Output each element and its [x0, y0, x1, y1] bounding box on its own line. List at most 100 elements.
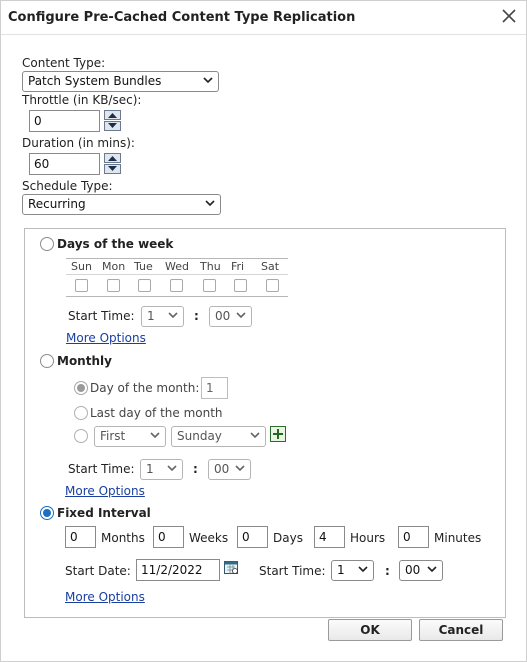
fixed-interval-label: Fixed Interval — [57, 506, 151, 520]
monthly-start-time-label: Start Time: — [68, 462, 135, 476]
day-checkbox-fri[interactable] — [234, 279, 247, 292]
days-bottom-divider — [66, 296, 288, 297]
duration-decrement-button[interactable] — [104, 164, 121, 174]
calendar-icon[interactable] — [224, 560, 239, 574]
days-of-week-radio[interactable] — [40, 237, 54, 251]
monthly-more-options-link[interactable]: More Options — [65, 484, 145, 498]
monthly-hour-value: 1 — [146, 462, 154, 476]
days-top-divider — [66, 258, 288, 259]
dow-minute-value: 00 — [215, 309, 231, 323]
months-value: 0 — [70, 530, 78, 544]
throttle-value: 0 — [34, 114, 42, 128]
days-label: Days — [273, 531, 303, 545]
monthly-minute-value: 00 — [214, 462, 230, 476]
hours-value: 4 — [319, 530, 327, 544]
minutes-input[interactable]: 0 — [398, 526, 429, 548]
throttle-decrement-button[interactable] — [104, 121, 121, 131]
day-checkbox-thu[interactable] — [203, 279, 216, 292]
last-day-radio[interactable] — [74, 406, 88, 420]
schedule-type-label: Schedule Type: — [22, 179, 113, 193]
fi-hour-value: 1 — [337, 563, 345, 577]
months-label: Months — [101, 531, 145, 545]
day-of-month-label: Day of the month: — [90, 381, 200, 395]
throttle-increment-button[interactable] — [104, 110, 121, 120]
days-value: 0 — [242, 530, 250, 544]
duration-increment-button[interactable] — [104, 153, 121, 163]
days-input[interactable]: 0 — [237, 526, 268, 548]
day-header-tue: Tue — [134, 260, 153, 273]
chevron-down-icon — [168, 310, 178, 323]
fi-start-time-label: Start Time: — [259, 564, 326, 578]
throttle-label: Throttle (in KB/sec): — [22, 93, 142, 107]
months-input[interactable]: 0 — [65, 526, 96, 548]
chevron-down-icon — [250, 430, 260, 443]
last-day-label: Last day of the month — [90, 406, 223, 420]
fi-hour-select[interactable]: 1 — [331, 560, 374, 581]
minutes-label: Minutes — [434, 531, 482, 545]
dow-more-options-link[interactable]: More Options — [66, 331, 146, 345]
fi-minute-select[interactable]: 00 — [399, 560, 443, 581]
dow-start-time-label: Start Time: — [68, 309, 135, 323]
ordinal-weekday-radio[interactable] — [74, 429, 88, 443]
day-checkbox-wed[interactable] — [170, 279, 183, 292]
day-checkbox-sun[interactable] — [75, 279, 88, 292]
monthly-radio[interactable] — [40, 354, 54, 368]
duration-value: 60 — [34, 157, 50, 171]
cancel-button[interactable]: Cancel — [419, 619, 503, 641]
day-header-thu: Thu — [200, 260, 221, 273]
hours-input[interactable]: 4 — [314, 526, 345, 548]
weeks-label: Weeks — [189, 531, 229, 545]
dow-hour-value: 1 — [147, 309, 155, 323]
title-bar: Configure Pre-Cached Content Type Replic… — [1, 1, 526, 35]
day-checkbox-mon[interactable] — [107, 279, 120, 292]
start-date-value: 11/2/2022 — [141, 563, 203, 577]
fixed-interval-radio[interactable] — [40, 506, 54, 520]
weekday-select[interactable]: Sunday — [171, 426, 266, 447]
replication-dialog: Configure Pre-Cached Content Type Replic… — [0, 0, 527, 662]
monthly-hour-select[interactable]: 1 — [140, 459, 183, 480]
day-header-sun: Sun — [71, 260, 92, 273]
duration-input[interactable]: 60 — [29, 153, 100, 175]
throttle-input[interactable]: 0 — [29, 110, 100, 132]
start-date-input[interactable]: 11/2/2022 — [136, 559, 220, 581]
start-date-label: Start Date: — [65, 564, 131, 578]
day-header-fri: Fri — [231, 260, 245, 273]
content-type-select[interactable]: Patch System Bundles — [22, 71, 219, 92]
day-header-wed: Wed — [165, 260, 189, 273]
monthly-time-separator: : — [193, 462, 198, 476]
chevron-down-icon — [427, 564, 437, 577]
day-header-sat: Sat — [261, 260, 280, 273]
content-type-label: Content Type: — [22, 56, 106, 70]
ordinal-select[interactable]: First — [94, 426, 166, 447]
close-icon[interactable] — [500, 7, 518, 25]
dow-hour-select[interactable]: 1 — [141, 306, 184, 327]
weeks-input[interactable]: 0 — [153, 526, 184, 548]
ordinal-value: First — [100, 429, 126, 443]
days-header-divider — [66, 274, 288, 275]
fi-minute-value: 00 — [405, 563, 421, 577]
dialog-title: Configure Pre-Cached Content Type Replic… — [8, 10, 356, 25]
days-of-week-label: Days of the week — [57, 237, 174, 251]
dow-minute-select[interactable]: 00 — [209, 306, 252, 327]
minutes-value: 0 — [403, 530, 411, 544]
day-checkbox-sat[interactable] — [266, 279, 279, 292]
weeks-value: 0 — [158, 530, 166, 544]
day-of-month-input[interactable]: 1 — [201, 377, 228, 399]
day-of-month-radio[interactable] — [74, 381, 88, 395]
monthly-minute-select[interactable]: 00 — [208, 459, 251, 480]
dow-time-separator: : — [194, 309, 199, 323]
day-checkbox-tue[interactable] — [138, 279, 151, 292]
schedule-type-select[interactable]: Recurring — [22, 194, 221, 215]
chevron-down-icon — [235, 463, 245, 476]
fi-more-options-link[interactable]: More Options — [65, 590, 145, 604]
chevron-down-icon — [150, 430, 160, 443]
fi-time-separator: : — [385, 564, 390, 578]
add-rule-plus-icon[interactable] — [270, 426, 286, 442]
weekday-value: Sunday — [177, 429, 222, 443]
ok-button[interactable]: OK — [328, 619, 412, 641]
hours-label: Hours — [350, 531, 386, 545]
chevron-down-icon — [358, 564, 368, 577]
monthly-label: Monthly — [57, 354, 112, 368]
day-of-month-value: 1 — [206, 381, 214, 395]
chevron-down-icon — [236, 310, 246, 323]
